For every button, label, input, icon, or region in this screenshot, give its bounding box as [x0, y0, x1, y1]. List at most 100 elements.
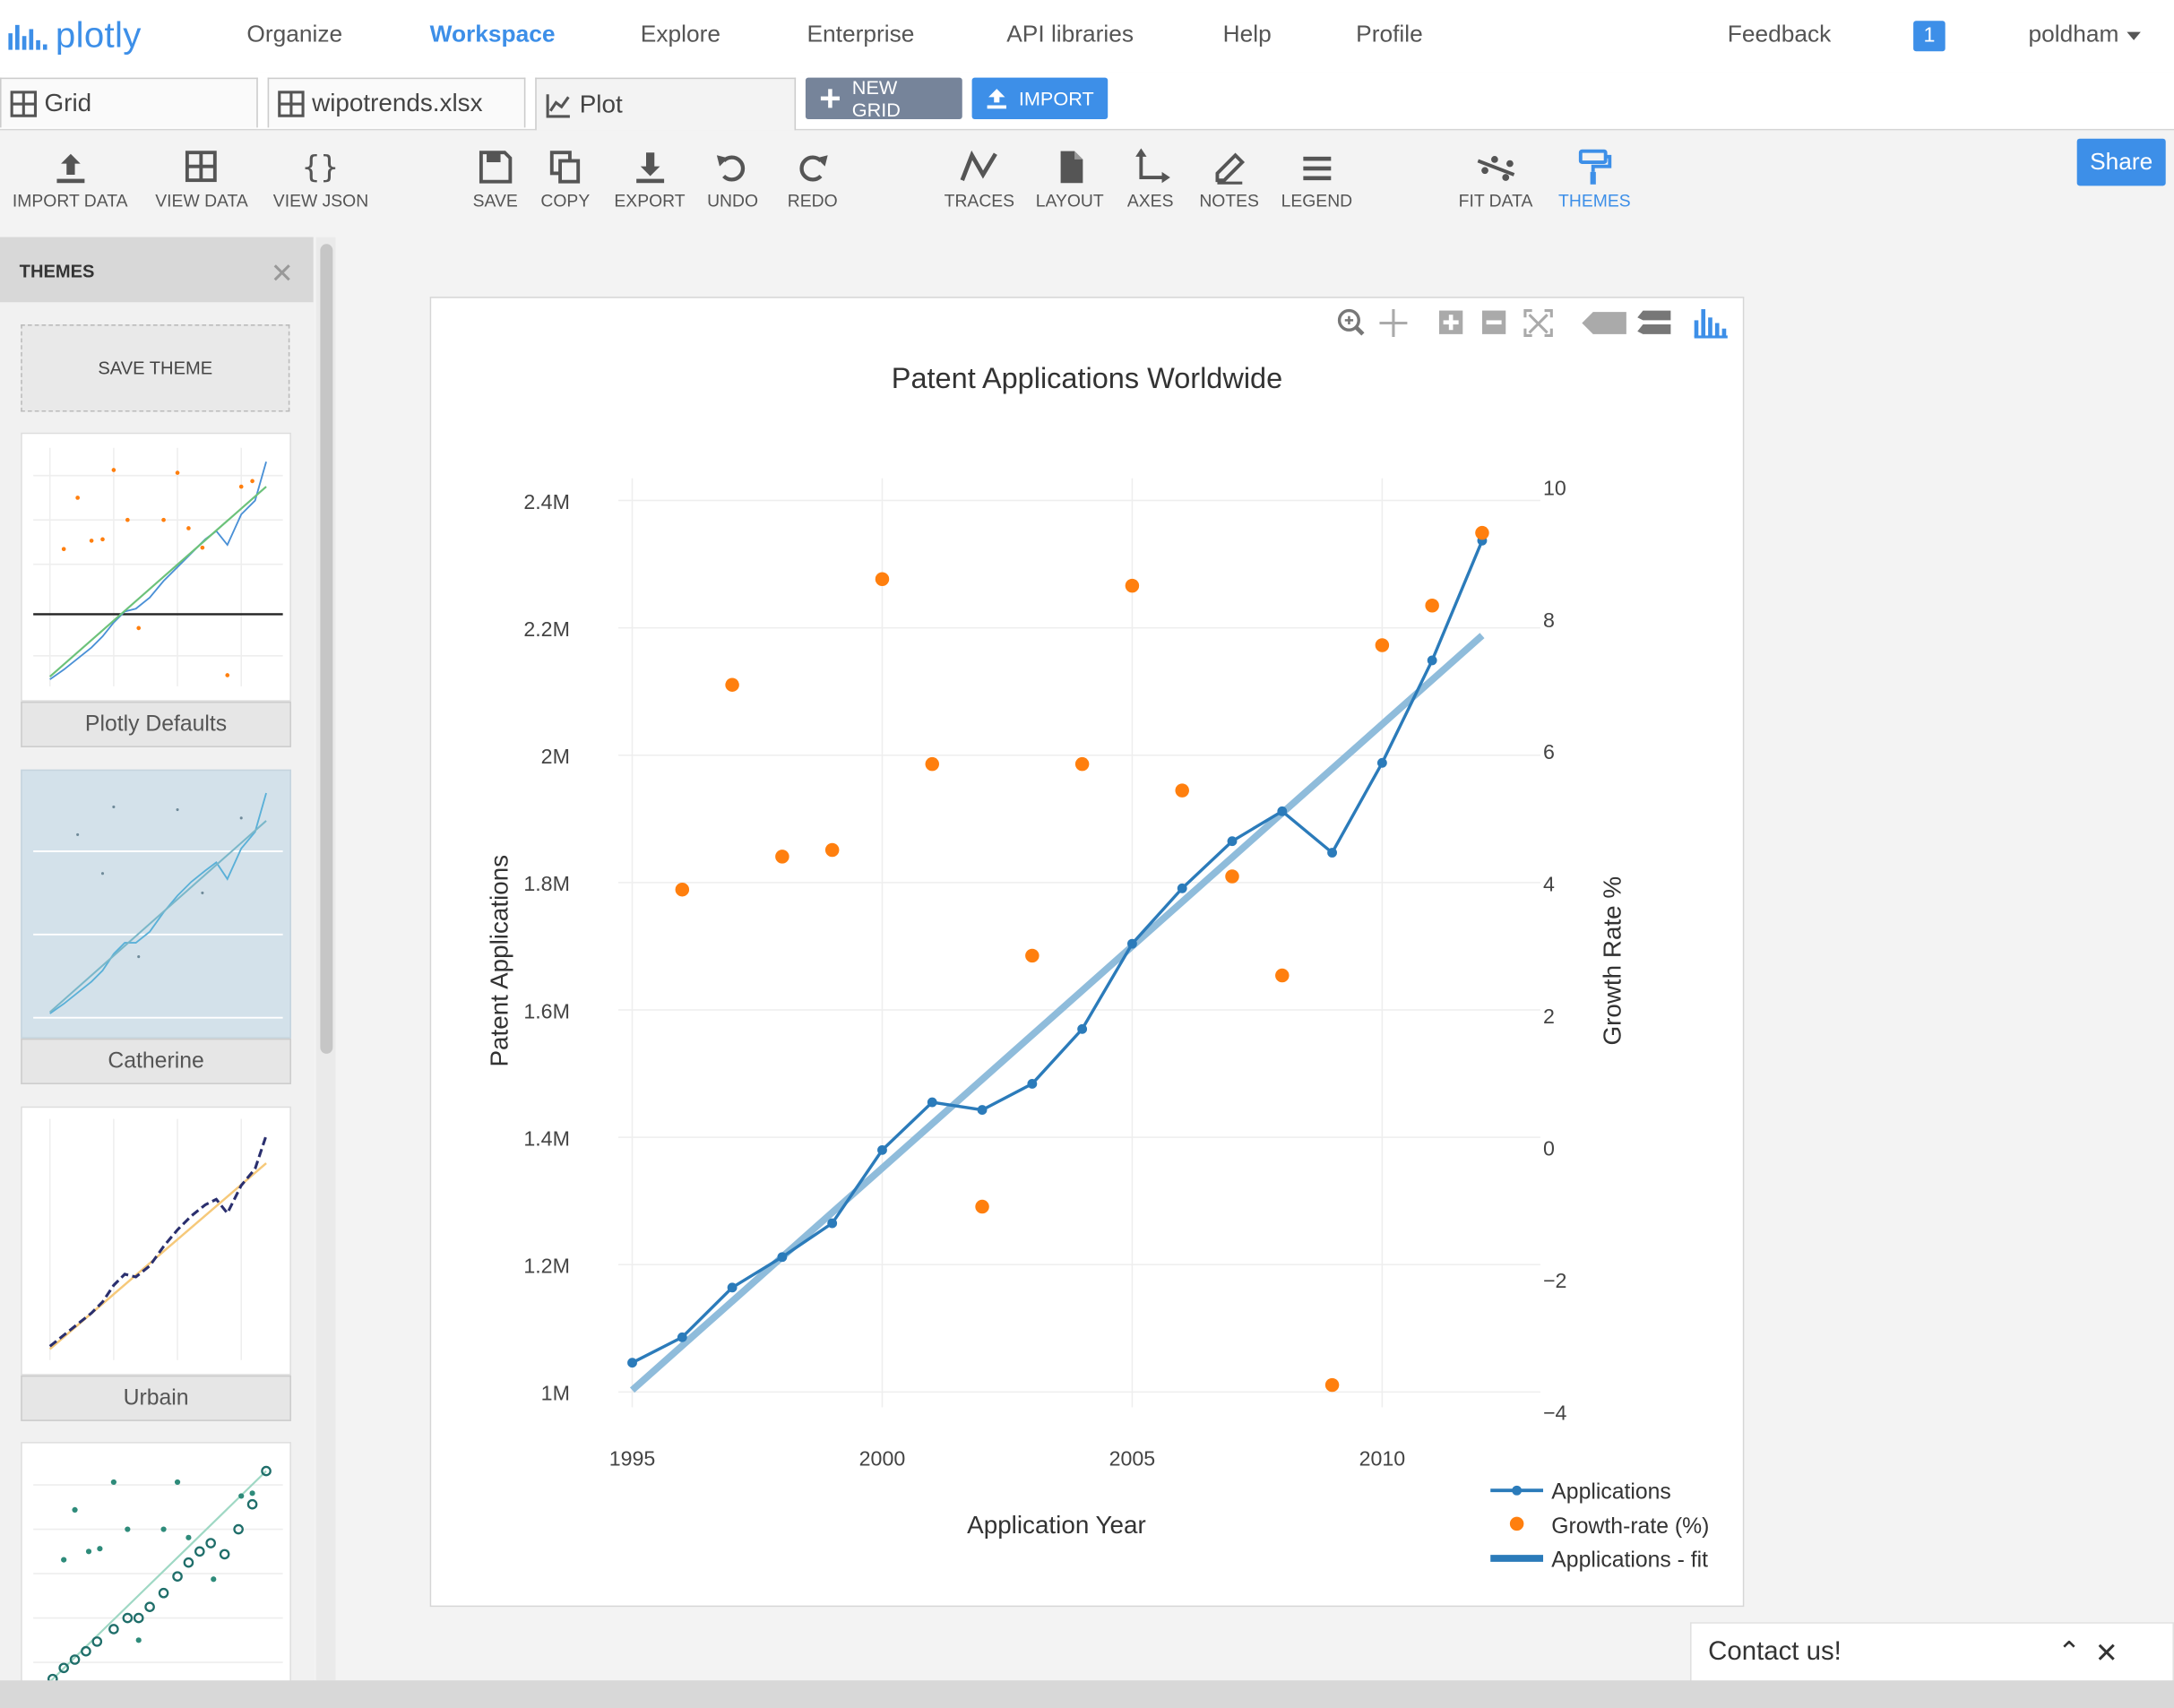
themes-button[interactable]: THEMES	[1558, 147, 1631, 211]
themes-panel-title: THEMES	[19, 260, 95, 282]
chart-legend[interactable]: Applications Growth-rate (%) Application…	[1490, 1480, 1709, 1573]
applications-point[interactable]	[1327, 848, 1337, 858]
applications-point[interactable]	[827, 1218, 838, 1229]
legend-label-applications: Applications	[1551, 1480, 1670, 1505]
copy-icon	[549, 151, 580, 184]
applications-point[interactable]	[1177, 883, 1187, 893]
import-button[interactable]: IMPORT	[971, 77, 1109, 120]
growth-rate-point[interactable]	[1175, 783, 1189, 798]
themes-panel: THEMES ✕ SAVE THEME Plotly Defaults Cath…	[0, 237, 314, 1708]
applications-point[interactable]	[727, 1282, 738, 1293]
nav-organize[interactable]: Organize	[246, 21, 342, 48]
legend-item-growth-rate[interactable]: Growth-rate (%)	[1509, 1514, 1709, 1539]
growth-rate-point[interactable]	[1375, 638, 1390, 652]
growth-rate-point[interactable]	[875, 572, 890, 586]
theme-preview-fourth	[33, 1465, 283, 1685]
caret-down-icon	[2127, 30, 2142, 40]
applications-point[interactable]	[977, 1105, 988, 1116]
applications-point[interactable]	[1227, 836, 1238, 847]
growth-rate-point[interactable]	[925, 756, 939, 772]
applications-point[interactable]	[627, 1358, 637, 1368]
save-button[interactable]: SAVE	[473, 147, 518, 211]
applications-point[interactable]	[927, 1097, 937, 1108]
theme-fourth[interactable]	[21, 1442, 291, 1708]
undo-button[interactable]: UNDO	[707, 147, 758, 211]
growth-rate-point[interactable]	[725, 677, 739, 692]
tab-plot[interactable]: Plot	[535, 77, 797, 131]
theme-catherine[interactable]: Catherine	[21, 769, 291, 1084]
close-icon[interactable]: ✕	[271, 256, 294, 291]
growth-rate-point[interactable]	[1475, 525, 1489, 540]
plus-icon	[820, 89, 840, 108]
line-chart-icon	[546, 93, 570, 117]
tab-wipotrends[interactable]: wipotrends.xlsx	[267, 77, 526, 128]
growth-rate-point[interactable]	[675, 882, 690, 897]
save-theme-button[interactable]: SAVE THEME	[21, 324, 290, 412]
growth-rate-point[interactable]	[1225, 869, 1239, 884]
growth-rate-point[interactable]	[975, 1199, 989, 1214]
layout-button[interactable]: LAYOUT	[1036, 147, 1104, 211]
tab-grid-label: Grid	[44, 89, 92, 116]
view-data-label: VIEW DATA	[155, 191, 248, 211]
user-menu[interactable]: poldham	[2029, 21, 2142, 48]
applications-point[interactable]	[1127, 938, 1137, 949]
import-data-button[interactable]: IMPORT DATA	[13, 147, 128, 211]
applications-point[interactable]	[1277, 806, 1288, 816]
view-json-button[interactable]: {} VIEW JSON	[273, 147, 368, 211]
copy-button[interactable]: COPY	[540, 147, 590, 211]
y-tick-label: 2.4M	[523, 490, 570, 513]
legend-button[interactable]: LEGEND	[1281, 147, 1352, 211]
export-button[interactable]: EXPORT	[614, 147, 686, 211]
theme-urbain[interactable]: Urbain	[21, 1106, 291, 1421]
y2-tick-label: −4	[1543, 1401, 1567, 1424]
growth-rate-point[interactable]	[1025, 948, 1040, 963]
theme-preview-plotly-defaults	[33, 447, 283, 686]
growth-rate-point[interactable]	[1324, 1377, 1340, 1393]
applications-point[interactable]	[877, 1144, 887, 1155]
contact-widget[interactable]: Contact us! ⌃ ✕	[1690, 1622, 2174, 1684]
nav-enterprise[interactable]: Enterprise	[807, 21, 914, 48]
legend-item-applications-fit[interactable]: Applications - fit	[1490, 1548, 1708, 1572]
tab-plot-label: Plot	[579, 90, 623, 118]
list-icon	[1302, 156, 1331, 181]
traces-button[interactable]: TRACES	[945, 147, 1014, 211]
notes-button[interactable]: NOTES	[1199, 147, 1259, 211]
nav-help[interactable]: Help	[1223, 21, 1272, 48]
growth-rate-point[interactable]	[775, 850, 789, 864]
applications-point[interactable]	[677, 1332, 687, 1342]
nav-api-libraries[interactable]: API libraries	[1006, 21, 1134, 48]
close-icon[interactable]: ✕	[2095, 1636, 2118, 1671]
theme-plotly-defaults[interactable]: Plotly Defaults	[21, 432, 291, 747]
panel-scrollbar-thumb[interactable]	[320, 244, 333, 1054]
axes-button[interactable]: AXES	[1127, 147, 1173, 211]
applications-point[interactable]	[1427, 655, 1437, 666]
growth-rate-point[interactable]	[1425, 599, 1439, 613]
fit-data-button[interactable]: FIT DATA	[1459, 147, 1532, 211]
applications-point[interactable]	[1077, 1023, 1088, 1034]
applications-point[interactable]	[1376, 757, 1387, 768]
legend-item-applications[interactable]: Applications	[1490, 1480, 1671, 1505]
applications-point[interactable]	[1027, 1079, 1038, 1089]
applications-point[interactable]	[777, 1252, 788, 1263]
notification-badge[interactable]: 1	[1913, 21, 1945, 52]
tab-grid[interactable]: Grid	[0, 77, 258, 128]
growth-rate-point[interactable]	[824, 842, 840, 858]
y-tick-label: 1.2M	[523, 1255, 570, 1278]
undo-label: UNDO	[707, 191, 759, 211]
layout-label: LAYOUT	[1035, 191, 1104, 211]
plotly-logo[interactable]: plotly	[8, 13, 141, 55]
growth-rate-point[interactable]	[1125, 578, 1140, 593]
growth-rate-point[interactable]	[1275, 968, 1290, 983]
nav-feedback[interactable]: Feedback	[1728, 21, 1832, 48]
share-button[interactable]: Share	[2076, 138, 2166, 186]
chevron-up-icon[interactable]: ⌃	[2058, 1635, 2081, 1669]
nav-profile[interactable]: Profile	[1356, 21, 1423, 48]
redo-button[interactable]: REDO	[788, 147, 838, 211]
editor-toolbar: IMPORT DATA VIEW DATA {} VIEW JSON SAVE …	[0, 130, 2174, 230]
new-grid-button[interactable]: NEW GRID	[805, 76, 962, 121]
nav-explore[interactable]: Explore	[641, 21, 720, 48]
growth-rate-point[interactable]	[1074, 756, 1090, 772]
view-data-button[interactable]: VIEW DATA	[155, 147, 248, 211]
nav-workspace[interactable]: Workspace	[430, 21, 556, 48]
view-json-label: VIEW JSON	[272, 191, 369, 211]
